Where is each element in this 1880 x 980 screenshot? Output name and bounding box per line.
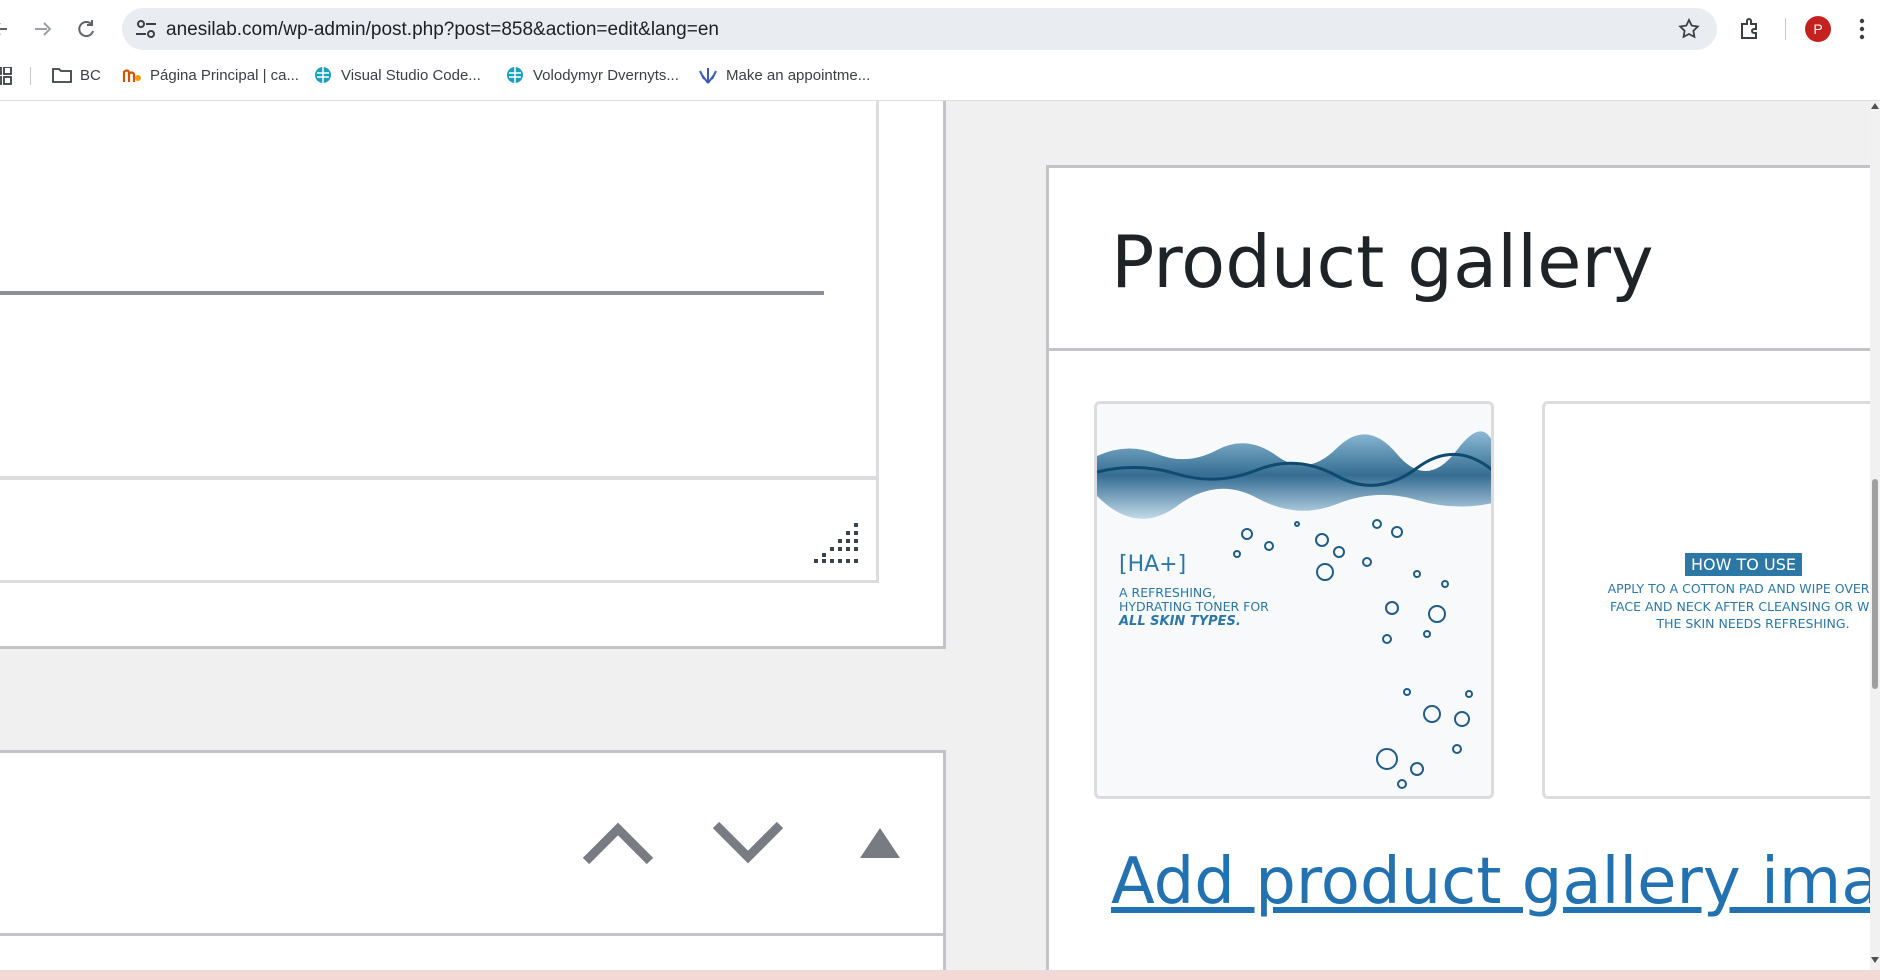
bookmark-visual-studio-code[interactable]: Visual Studio Code... bbox=[313, 62, 481, 88]
add-product-gallery-images-link[interactable]: Add product gallery images bbox=[1111, 845, 1880, 919]
site-settings-icon[interactable] bbox=[134, 18, 158, 40]
page-content: Product gallery [HA+] A REFRESHING, HYDR… bbox=[0, 101, 1880, 970]
how-to-use-badge: HOW TO USE bbox=[1685, 553, 1802, 576]
product-gallery-title: Product gallery bbox=[1111, 220, 1654, 304]
reload-button[interactable] bbox=[70, 13, 102, 45]
teal-globe-icon bbox=[313, 65, 333, 85]
bookmark-pagina-principal[interactable]: Página Principal | ca... bbox=[122, 62, 299, 88]
toner-heading: [HA+] bbox=[1119, 552, 1187, 577]
folder-icon bbox=[52, 65, 72, 85]
address-bar[interactable]: anesilab.com/wp-admin/post.php?post=858&… bbox=[122, 8, 1717, 50]
bookmark-make-appointment[interactable]: Make an appointme... bbox=[698, 62, 870, 88]
forward-button[interactable] bbox=[26, 13, 58, 45]
toolbar-divider bbox=[1785, 18, 1786, 40]
profile-avatar[interactable]: P bbox=[1805, 16, 1831, 42]
gallery-image-thumbnail[interactable]: HOW TO USE APPLY TO A COTTON PAD AND WIP… bbox=[1542, 401, 1880, 799]
site-icon bbox=[122, 65, 142, 85]
resize-handle-icon[interactable] bbox=[812, 521, 860, 567]
metabox-panel bbox=[0, 750, 946, 936]
bookmark-star-icon[interactable] bbox=[1677, 17, 1701, 41]
metabox-panel-next bbox=[0, 933, 946, 970]
move-down-button[interactable] bbox=[708, 813, 788, 873]
editor-separator bbox=[0, 291, 824, 295]
reload-icon bbox=[78, 20, 94, 38]
how-to-use-text: APPLY TO A COTTON PAD AND WIPE OVER THE … bbox=[1607, 581, 1880, 631]
hand-icon bbox=[698, 65, 718, 85]
chevron-up-icon bbox=[582, 822, 654, 865]
product-gallery-header[interactable]: Product gallery bbox=[1049, 168, 1880, 351]
browser-toolbar: anesilab.com/wp-admin/post.php?post=858&… bbox=[0, 0, 1880, 101]
taskbar-strip bbox=[0, 970, 1880, 980]
scroll-down-arrow-icon[interactable] bbox=[1871, 957, 1879, 963]
kebab-menu-icon[interactable] bbox=[1852, 16, 1872, 42]
back-button[interactable] bbox=[0, 13, 18, 45]
page-scrollbar[interactable] bbox=[1870, 101, 1880, 970]
apps-grid-icon[interactable] bbox=[0, 67, 12, 85]
scrollbar-thumb[interactable] bbox=[1872, 479, 1878, 689]
editor-status-bar bbox=[0, 476, 876, 480]
chevron-down-icon bbox=[712, 821, 784, 864]
triangle-up-icon bbox=[860, 828, 900, 858]
toner-description: A REFRESHING, HYDRATING TONER FOR ALL SK… bbox=[1119, 585, 1269, 629]
product-gallery-metabox: Product gallery [HA+] A REFRESHING, HYDR… bbox=[1046, 165, 1880, 970]
scroll-up-arrow-icon[interactable] bbox=[1871, 103, 1879, 109]
extensions-icon[interactable] bbox=[1737, 16, 1763, 42]
url-text[interactable]: anesilab.com/wp-admin/post.php?post=858&… bbox=[166, 19, 719, 41]
bookmark-bc[interactable]: BC bbox=[52, 62, 101, 88]
back-arrow-icon bbox=[0, 23, 7, 35]
bookmark-volodymyr[interactable]: Volodymyr Dvernyts... bbox=[505, 62, 679, 88]
move-up-button[interactable] bbox=[578, 813, 658, 873]
forward-arrow-icon bbox=[35, 22, 52, 36]
bookmarks-bar: BC Página Principal | ca... Visual Studi… bbox=[0, 58, 1880, 92]
teal-globe-icon bbox=[505, 65, 525, 85]
gallery-image-thumbnail[interactable]: [HA+] A REFRESHING, HYDRATING TONER FOR … bbox=[1094, 401, 1494, 799]
editor-area[interactable] bbox=[0, 101, 879, 583]
toggle-panel-button[interactable] bbox=[840, 813, 920, 873]
bookmarks-divider bbox=[30, 67, 31, 85]
